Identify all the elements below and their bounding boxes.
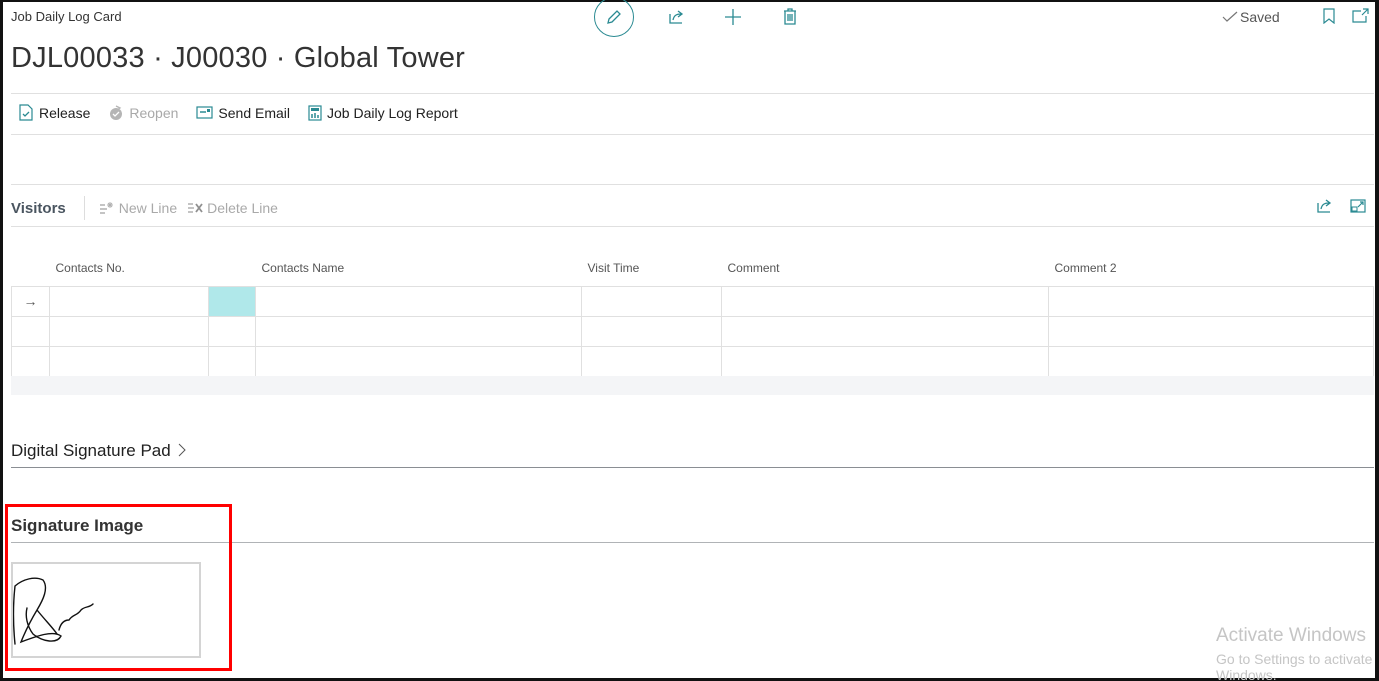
cell-lookup-selected[interactable] bbox=[208, 285, 256, 317]
cell-contacts-no[interactable] bbox=[49, 285, 209, 317]
table-row[interactable] bbox=[11, 315, 1374, 347]
row-selector[interactable] bbox=[11, 315, 50, 347]
section-divider bbox=[11, 467, 1374, 468]
new-line-icon bbox=[99, 202, 113, 214]
delete-line-button[interactable]: Delete Line bbox=[187, 200, 278, 216]
visitors-title: Visitors bbox=[11, 199, 66, 217]
table-row[interactable] bbox=[11, 345, 1374, 377]
digital-signature-pad-section[interactable]: Digital Signature Pad bbox=[11, 441, 187, 461]
edit-button[interactable] bbox=[594, 0, 634, 37]
delete-button[interactable] bbox=[782, 7, 798, 31]
cell-contacts-no[interactable] bbox=[49, 345, 209, 377]
cell-visit-time[interactable] bbox=[581, 345, 722, 377]
column-header-blank bbox=[209, 261, 256, 286]
watermark-line-1: Activate Windows bbox=[1216, 625, 1366, 646]
divider bbox=[11, 93, 1374, 94]
grid-header-row: Contacts No. Contacts Name Visit Time Co… bbox=[12, 261, 1374, 286]
digital-signature-pad-title: Digital Signature Pad bbox=[11, 441, 171, 460]
cell-comment[interactable] bbox=[721, 285, 1049, 317]
pencil-icon bbox=[607, 10, 621, 24]
cell-contacts-name[interactable] bbox=[255, 315, 582, 347]
release-label: Release bbox=[39, 104, 91, 121]
column-header-comment[interactable]: Comment bbox=[722, 261, 1049, 286]
report-label: Job Daily Log Report bbox=[327, 104, 458, 121]
reopen-button[interactable]: Reopen bbox=[108, 105, 178, 121]
chevron-right-icon bbox=[179, 443, 187, 457]
cell-contacts-name[interactable] bbox=[255, 345, 582, 377]
share-button[interactable] bbox=[668, 8, 686, 31]
column-header-visit-time[interactable]: Visit Time bbox=[582, 261, 722, 286]
divider bbox=[11, 134, 1374, 135]
delete-line-label: Delete Line bbox=[207, 200, 278, 216]
release-document-icon bbox=[19, 104, 33, 121]
cell-comment-2[interactable] bbox=[1048, 285, 1374, 317]
trash-icon bbox=[784, 7, 796, 25]
cell-contacts-no[interactable] bbox=[49, 315, 209, 347]
send-email-button[interactable]: Send Email bbox=[196, 105, 290, 121]
cell-lookup[interactable] bbox=[208, 315, 256, 347]
column-header-contacts-name[interactable]: Contacts Name bbox=[256, 261, 582, 286]
action-bar: Release Reopen Send Email Job Daily Log … bbox=[18, 104, 476, 121]
cell-visit-time[interactable] bbox=[581, 285, 722, 317]
row-selector-arrow-icon[interactable]: → bbox=[11, 285, 50, 317]
new-button[interactable] bbox=[724, 8, 742, 31]
cell-comment-2[interactable] bbox=[1048, 345, 1374, 377]
watermark-line-2: Go to Settings to activate Windows. bbox=[1216, 651, 1373, 681]
report-icon bbox=[308, 104, 322, 121]
cell-comment-2[interactable] bbox=[1048, 315, 1374, 347]
visitors-right-icons bbox=[1316, 198, 1366, 214]
row-selector[interactable] bbox=[11, 345, 50, 377]
cell-lookup[interactable] bbox=[208, 345, 256, 377]
divider bbox=[11, 226, 1374, 227]
open-new-window-icon[interactable] bbox=[1351, 8, 1369, 24]
activate-windows-watermark: Activate Windows Go to Settings to activ… bbox=[1216, 625, 1379, 681]
cell-comment[interactable] bbox=[721, 345, 1049, 377]
visitors-toolbar: Visitors New Line Delete Line bbox=[11, 196, 288, 220]
highlight-box bbox=[5, 504, 232, 671]
grid-footer bbox=[11, 376, 1374, 395]
release-button[interactable]: Release bbox=[18, 104, 90, 121]
plus-icon bbox=[725, 8, 741, 25]
cell-comment[interactable] bbox=[721, 315, 1049, 347]
column-header-selector bbox=[12, 261, 50, 286]
share-icon bbox=[669, 9, 684, 24]
cell-visit-time[interactable] bbox=[581, 315, 722, 347]
email-icon bbox=[196, 106, 214, 119]
page-title: DJL00033 · J00030 · Global Tower bbox=[11, 42, 466, 74]
column-header-comment-2[interactable]: Comment 2 bbox=[1049, 261, 1374, 286]
table-row[interactable]: → bbox=[11, 285, 1374, 317]
delete-line-icon bbox=[188, 203, 203, 213]
column-header-contacts-no[interactable]: Contacts No. bbox=[50, 261, 209, 286]
saved-status: Saved bbox=[1222, 9, 1280, 25]
send-email-label: Send Email bbox=[218, 104, 291, 121]
top-action-bar bbox=[594, 0, 798, 38]
toolbar-separator bbox=[83, 196, 85, 220]
share-icon[interactable] bbox=[1316, 198, 1334, 214]
header-right-icons bbox=[1322, 8, 1369, 24]
cell-contacts-name[interactable] bbox=[255, 285, 582, 317]
saved-label: Saved bbox=[1240, 9, 1280, 25]
page-caption: Job Daily Log Card bbox=[11, 9, 122, 24]
reopen-icon bbox=[110, 104, 123, 120]
bookmark-icon[interactable] bbox=[1322, 8, 1336, 24]
expand-icon[interactable] bbox=[1350, 198, 1366, 214]
new-line-label: New Line bbox=[118, 200, 178, 216]
visitors-grid: Contacts No. Contacts Name Visit Time Co… bbox=[11, 261, 1374, 377]
reopen-label: Reopen bbox=[129, 104, 179, 121]
job-daily-log-report-button[interactable]: Job Daily Log Report bbox=[308, 105, 458, 121]
new-line-button[interactable]: New Line bbox=[99, 200, 177, 216]
divider bbox=[11, 184, 1374, 185]
checkmark-icon bbox=[1222, 11, 1238, 22]
